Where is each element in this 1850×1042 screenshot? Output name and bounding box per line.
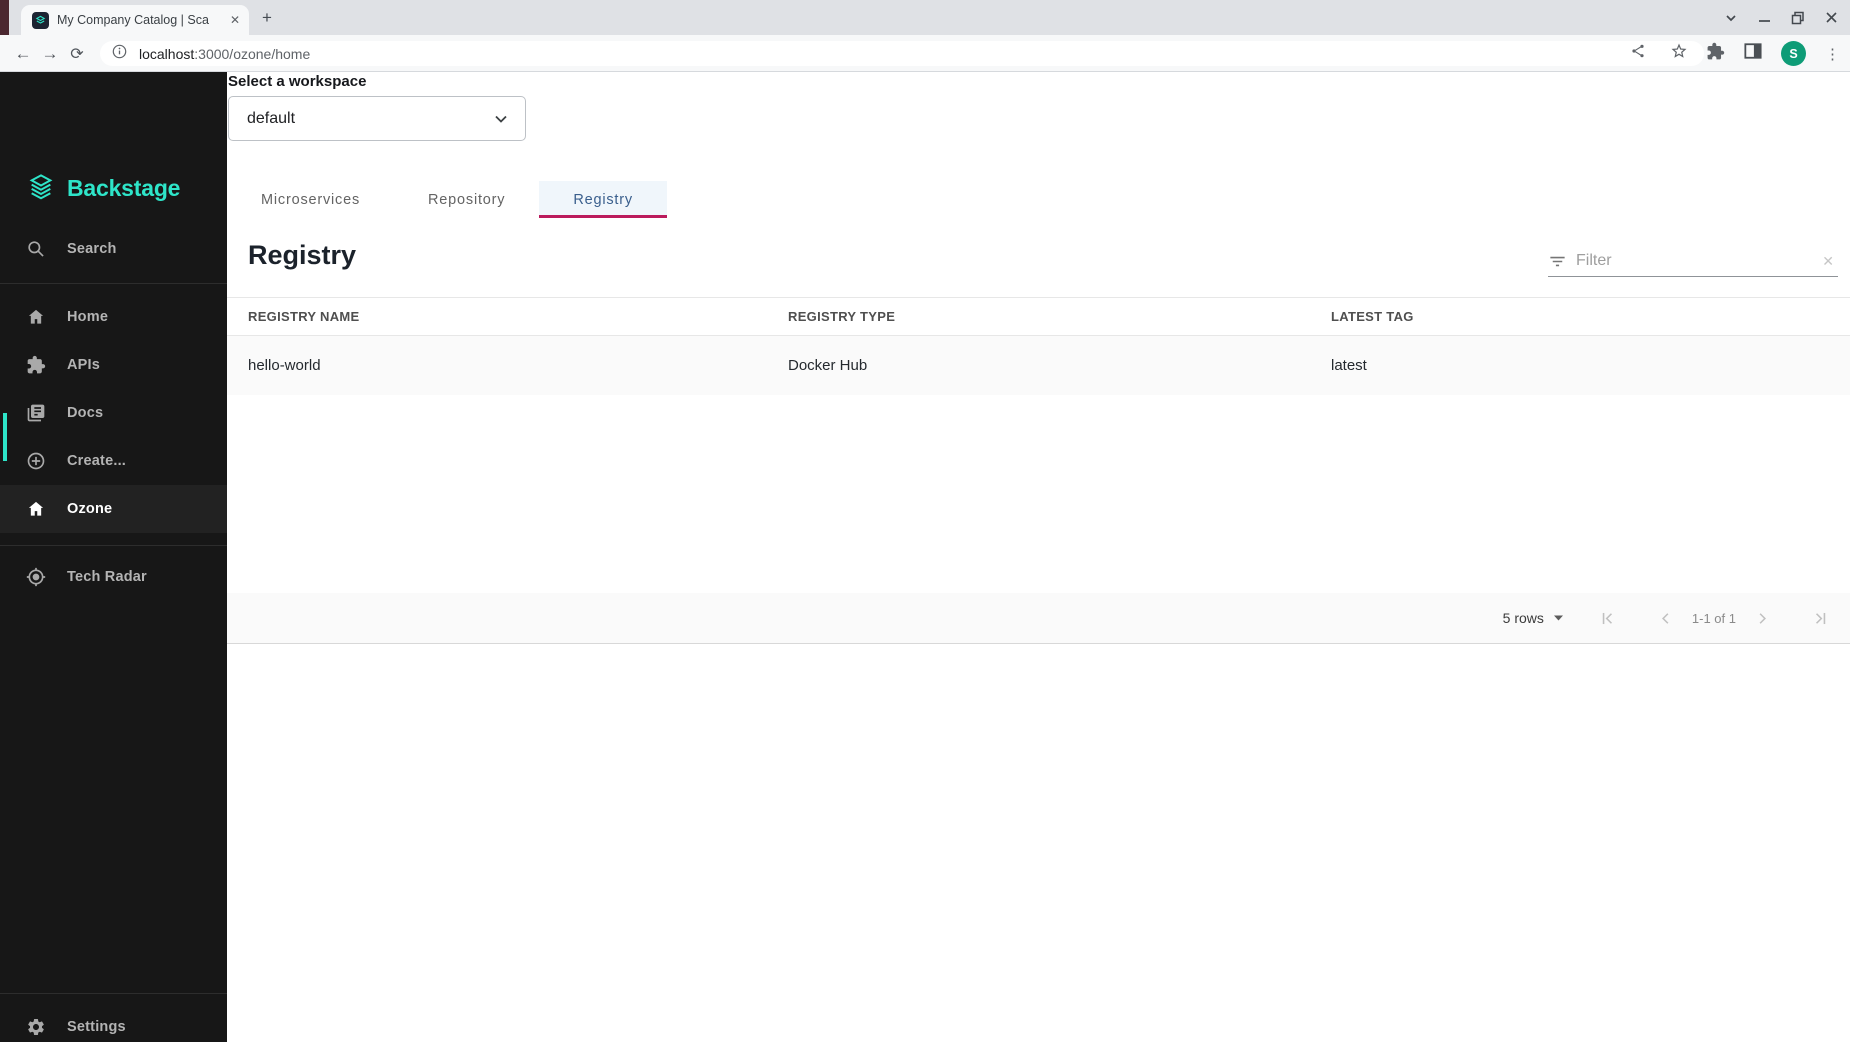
cell-registry-name: hello-world bbox=[248, 357, 788, 374]
toolbar-right-icons: S ⋮ bbox=[1706, 35, 1850, 72]
forward-button[interactable]: → bbox=[38, 42, 62, 66]
cell-latest-tag: latest bbox=[1331, 357, 1850, 374]
sidebar-item-search[interactable]: Search bbox=[0, 225, 227, 273]
sidebar-item-label: Tech Radar bbox=[67, 569, 147, 585]
url-text: localhost:3000/ozone/home bbox=[139, 46, 1630, 62]
sidebar-item-label: Home bbox=[67, 309, 108, 325]
address-bar[interactable]: localhost:3000/ozone/home bbox=[100, 41, 1704, 66]
sidebar-item-docs[interactable]: Docs bbox=[0, 389, 227, 437]
site-info-icon[interactable] bbox=[112, 44, 127, 64]
logo-text: Backstage bbox=[67, 175, 180, 202]
extensions-puzzle-icon[interactable] bbox=[1706, 42, 1725, 66]
filter-list-icon bbox=[1548, 252, 1567, 271]
first-page-button[interactable] bbox=[1594, 604, 1622, 632]
url-domain: localhost bbox=[139, 46, 194, 62]
sidebar-item-label: APIs bbox=[67, 357, 100, 373]
page-title: Registry bbox=[248, 240, 356, 271]
docs-icon bbox=[26, 403, 46, 423]
close-window-button[interactable] bbox=[1825, 11, 1838, 24]
sidebar-item-label: Ozone bbox=[67, 501, 112, 517]
sidebar-item-home[interactable]: Home bbox=[0, 293, 227, 341]
browser-window: My Company Catalog | Sca ✕ + ← → ⟳ local… bbox=[0, 0, 1850, 1042]
extension-icon bbox=[26, 355, 46, 375]
sidebar-divider bbox=[0, 545, 227, 546]
home-icon bbox=[26, 499, 46, 519]
gear-icon bbox=[26, 1017, 46, 1037]
minimize-button[interactable] bbox=[1758, 11, 1771, 24]
sidebar-item-label: Docs bbox=[67, 405, 103, 421]
sidebar-item-ozone[interactable]: Ozone bbox=[0, 485, 227, 533]
workspace-select[interactable]: default bbox=[228, 96, 526, 141]
clear-filter-icon[interactable]: ✕ bbox=[1822, 253, 1838, 270]
content-tabs: Microservices Repository Registry bbox=[227, 181, 667, 218]
target-icon bbox=[26, 567, 46, 587]
side-panel-icon[interactable] bbox=[1744, 42, 1762, 65]
cell-registry-type: Docker Hub bbox=[788, 357, 1331, 374]
sidebar-item-create[interactable]: Create... bbox=[0, 437, 227, 485]
filter-input[interactable] bbox=[1576, 252, 1813, 270]
filter-field[interactable]: ✕ bbox=[1548, 246, 1838, 277]
backstage-logo[interactable]: Backstage bbox=[25, 172, 180, 204]
tab-repository[interactable]: Repository bbox=[394, 181, 539, 218]
sidebar-item-tech-radar[interactable]: Tech Radar bbox=[0, 553, 227, 601]
sidebar-item-apis[interactable]: APIs bbox=[0, 341, 227, 389]
rows-per-page-select[interactable]: 5 rows bbox=[1503, 610, 1564, 626]
restore-button[interactable] bbox=[1791, 11, 1805, 25]
caret-down-icon bbox=[1553, 614, 1564, 622]
table-row[interactable]: hello-world Docker Hub latest bbox=[227, 336, 1850, 395]
workspace-label: Select a workspace bbox=[228, 73, 366, 90]
chevron-down-icon bbox=[493, 111, 509, 127]
sidebar: Backstage Search Home APIs Docs Create..… bbox=[0, 72, 227, 1042]
main-content: Select a workspace default Microservices… bbox=[227, 72, 1850, 1042]
tab-registry[interactable]: Registry bbox=[539, 181, 667, 218]
active-item-accent-bar bbox=[3, 413, 7, 461]
back-button[interactable]: ← bbox=[11, 42, 35, 66]
backstage-logo-icon bbox=[25, 172, 57, 204]
sidebar-item-label: Settings bbox=[67, 1019, 126, 1035]
profile-avatar[interactable]: S bbox=[1781, 41, 1806, 66]
tab-close-icon[interactable]: ✕ bbox=[230, 13, 240, 27]
add-circle-icon bbox=[26, 451, 46, 471]
sidebar-item-label: Search bbox=[67, 241, 117, 257]
sidebar-item-settings[interactable]: Settings bbox=[0, 1003, 227, 1042]
tab-search-chevron-icon[interactable] bbox=[1724, 11, 1738, 25]
browser-tab-strip: My Company Catalog | Sca ✕ + bbox=[0, 0, 1850, 35]
share-icon[interactable] bbox=[1630, 43, 1646, 64]
column-header-latest-tag[interactable]: LATEST TAG bbox=[1331, 309, 1850, 324]
sidebar-divider bbox=[0, 283, 227, 284]
bookmark-star-icon[interactable] bbox=[1670, 42, 1688, 65]
last-page-button[interactable] bbox=[1806, 604, 1834, 632]
reload-button[interactable]: ⟳ bbox=[65, 42, 89, 66]
window-controls bbox=[1724, 0, 1850, 35]
next-page-button[interactable] bbox=[1748, 604, 1776, 632]
sidebar-item-label: Create... bbox=[67, 453, 126, 469]
column-header-registry-name[interactable]: REGISTRY NAME bbox=[248, 309, 788, 324]
browser-tab[interactable]: My Company Catalog | Sca ✕ bbox=[21, 5, 249, 35]
new-tab-button[interactable]: + bbox=[262, 8, 272, 28]
backstage-favicon-icon bbox=[32, 12, 49, 29]
tab-title: My Company Catalog | Sca bbox=[57, 13, 222, 27]
search-icon bbox=[26, 239, 46, 259]
table-header-row: REGISTRY NAME REGISTRY TYPE LATEST TAG bbox=[227, 297, 1850, 336]
column-header-registry-type[interactable]: REGISTRY TYPE bbox=[788, 309, 1331, 324]
table-paginator: 5 rows 1-1 of 1 bbox=[227, 593, 1850, 644]
page-range-label: 1-1 of 1 bbox=[1692, 611, 1736, 626]
url-path: :3000/ozone/home bbox=[194, 46, 310, 62]
tab-microservices[interactable]: Microservices bbox=[227, 181, 394, 218]
previous-page-button[interactable] bbox=[1652, 604, 1680, 632]
rows-per-page-value: 5 rows bbox=[1503, 610, 1544, 626]
window-corner-decoration bbox=[0, 0, 9, 35]
workspace-selected-value: default bbox=[247, 110, 493, 128]
home-icon bbox=[26, 307, 46, 327]
registry-table: REGISTRY NAME REGISTRY TYPE LATEST TAG h… bbox=[227, 297, 1850, 395]
browser-menu-icon[interactable]: ⋮ bbox=[1825, 45, 1840, 63]
sidebar-divider bbox=[0, 993, 227, 994]
